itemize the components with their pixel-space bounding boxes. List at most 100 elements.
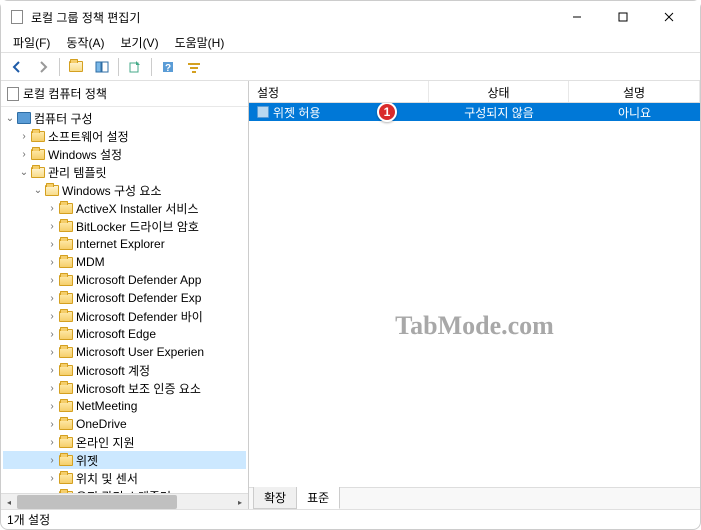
folder-icon xyxy=(45,185,59,196)
annotation-badge: 1 xyxy=(377,103,397,122)
scroll-right-icon[interactable]: ▸ xyxy=(232,495,248,509)
tree-item[interactable]: › NetMeeting xyxy=(3,397,246,415)
folder-icon xyxy=(59,473,73,484)
col-setting[interactable]: 설정 xyxy=(249,81,429,102)
computer-icon xyxy=(17,112,31,124)
tree-item[interactable]: › Microsoft 계정 xyxy=(3,361,246,379)
expand-icon[interactable]: › xyxy=(45,239,59,250)
tree-item[interactable]: › OneDrive xyxy=(3,415,246,433)
tree-windows-settings[interactable]: › Windows 설정 xyxy=(3,145,246,163)
expand-icon[interactable]: › xyxy=(45,203,59,214)
expand-icon[interactable]: › xyxy=(45,257,59,268)
tree-item[interactable]: › MDM xyxy=(3,253,246,271)
expand-icon[interactable]: › xyxy=(45,329,59,340)
titlebar: 로컬 그룹 정책 편집기 xyxy=(1,1,700,33)
tree-item[interactable]: ›Microsoft Defender Exp xyxy=(3,289,246,307)
scroll-left-icon[interactable]: ◂ xyxy=(1,495,17,509)
folder-icon xyxy=(59,293,73,304)
tree-item-label: 위치 및 센서 xyxy=(76,470,138,487)
tree-windows-components[interactable]: ⌄ Windows 구성 요소 xyxy=(3,181,246,199)
tree-item-label: NetMeeting xyxy=(76,399,137,413)
export-button[interactable] xyxy=(123,55,147,79)
menu-action[interactable]: 동작(A) xyxy=(58,32,112,53)
tree-admin-templates[interactable]: ⌄ 관리 템플릿 xyxy=(3,163,246,181)
help-button[interactable]: ? xyxy=(156,55,180,79)
tree-item[interactable]: › 위치 및 센서 xyxy=(3,469,246,487)
filter-button[interactable] xyxy=(182,55,206,79)
menu-help[interactable]: 도움말(H) xyxy=(167,32,233,53)
folder-icon xyxy=(59,203,73,214)
tree-panel: 로컬 컴퓨터 정책 ⌄ 컴퓨터 구성 › 소프트웨어 설정 › Windows … xyxy=(1,81,249,509)
forward-button[interactable] xyxy=(31,55,55,79)
up-button[interactable] xyxy=(64,55,88,79)
list-row[interactable]: 위젯 허용 구성되지 않음 아니요 xyxy=(249,103,700,121)
expand-icon[interactable]: › xyxy=(45,437,59,448)
maximize-button[interactable] xyxy=(600,1,646,33)
close-button[interactable] xyxy=(646,1,692,33)
cell-state: 구성되지 않음 xyxy=(429,104,569,121)
tree-hscrollbar[interactable]: ◂ ▸ xyxy=(1,493,248,509)
col-description[interactable]: 설명 xyxy=(569,81,700,102)
expand-icon[interactable]: › xyxy=(45,275,59,286)
folder-icon xyxy=(59,455,73,466)
tab-extended[interactable]: 확장 xyxy=(253,487,297,509)
expand-icon[interactable]: › xyxy=(45,311,59,322)
expand-icon[interactable]: › xyxy=(45,347,59,358)
tree-item-label: Microsoft User Experien xyxy=(76,345,204,359)
back-button[interactable] xyxy=(5,55,29,79)
minimize-button[interactable] xyxy=(554,1,600,33)
folder-icon xyxy=(59,383,73,394)
tree-item[interactable]: ›ActiveX Installer 서비스 xyxy=(3,199,246,217)
expand-icon[interactable]: › xyxy=(45,221,59,232)
expand-icon[interactable]: ⌄ xyxy=(31,185,45,196)
tree-item[interactable]: ›Microsoft 보조 인증 요소 xyxy=(3,379,246,397)
tree-software[interactable]: › 소프트웨어 설정 xyxy=(3,127,246,145)
list-header: 설정 상태 설명 xyxy=(249,81,700,103)
folder-icon xyxy=(59,275,73,286)
folder-icon xyxy=(59,437,73,448)
app-icon xyxy=(9,9,25,25)
expand-icon[interactable]: ⌄ xyxy=(3,113,17,124)
tree-item-label: 온라인 지원 xyxy=(76,434,135,451)
tree-item[interactable]: › BitLocker 드라이브 암호 xyxy=(3,217,246,235)
tree-item-label: Microsoft 계정 xyxy=(76,362,150,379)
show-hide-tree-button[interactable] xyxy=(90,55,114,79)
tree-item[interactable]: › 온라인 지원 xyxy=(3,433,246,451)
list-body[interactable]: 위젯 허용 구성되지 않음 아니요 1 TabMode.com xyxy=(249,103,700,487)
tree-item-label: Internet Explorer xyxy=(76,237,165,251)
tree-item-label: BitLocker 드라이브 암호 xyxy=(76,218,199,235)
tree-computer-config[interactable]: ⌄ 컴퓨터 구성 xyxy=(3,109,246,127)
tree-body[interactable]: ⌄ 컴퓨터 구성 › 소프트웨어 설정 › Windows 설정 ⌄ 관리 템플… xyxy=(1,107,248,493)
expand-icon[interactable]: › xyxy=(45,455,59,466)
tree-root[interactable]: 로컬 컴퓨터 정책 xyxy=(1,81,248,107)
folder-icon xyxy=(59,419,73,430)
expand-icon[interactable]: › xyxy=(45,293,59,304)
expand-icon[interactable]: › xyxy=(17,131,31,142)
scroll-thumb[interactable] xyxy=(17,495,177,509)
folder-icon xyxy=(31,131,45,142)
col-state[interactable]: 상태 xyxy=(429,81,569,102)
tree-item-label: MDM xyxy=(76,255,105,269)
tree-item[interactable]: ›Microsoft Edge xyxy=(3,325,246,343)
tree-item[interactable]: ›Microsoft Defender 바이 xyxy=(3,307,246,325)
tree-item[interactable]: › Microsoft Defender App xyxy=(3,271,246,289)
setting-icon xyxy=(257,106,269,118)
menu-view[interactable]: 보기(V) xyxy=(112,32,166,53)
tree-item-label: Microsoft Defender App xyxy=(76,273,201,287)
menu-file[interactable]: 파일(F) xyxy=(5,32,58,53)
cell-description: 아니요 xyxy=(569,104,700,121)
tree-item[interactable]: ›위젯 xyxy=(3,451,246,469)
folder-icon xyxy=(59,401,73,412)
tab-standard[interactable]: 표준 xyxy=(296,487,340,509)
expand-icon[interactable]: ⌄ xyxy=(17,167,31,178)
expand-icon[interactable]: › xyxy=(45,401,59,412)
tree-item[interactable]: › Internet Explorer xyxy=(3,235,246,253)
toolbar-separator xyxy=(59,58,60,76)
expand-icon[interactable]: › xyxy=(45,365,59,376)
expand-icon[interactable]: › xyxy=(45,473,59,484)
tree-item[interactable]: › Microsoft User Experien xyxy=(3,343,246,361)
tree-item-label: OneDrive xyxy=(76,417,127,431)
expand-icon[interactable]: › xyxy=(45,383,59,394)
expand-icon[interactable]: › xyxy=(17,149,31,160)
expand-icon[interactable]: › xyxy=(45,419,59,430)
